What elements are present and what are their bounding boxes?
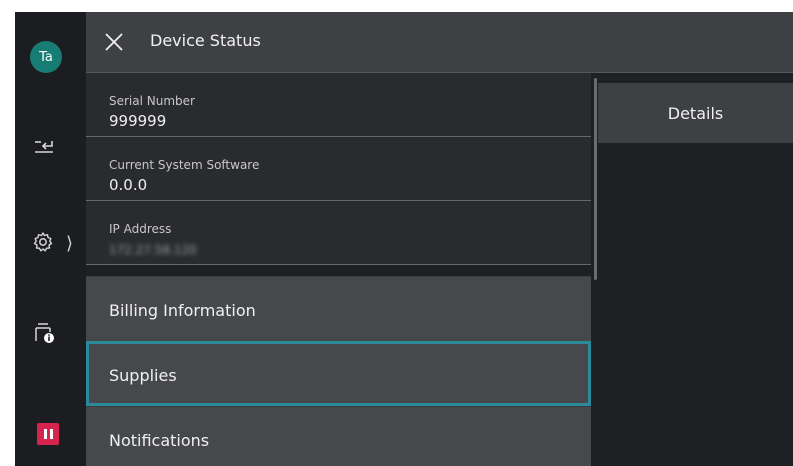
serial-number-value: 999999 — [109, 112, 167, 130]
system-software-label: Current System Software — [109, 158, 260, 172]
settings-gear-icon[interactable] — [31, 230, 55, 258]
close-icon[interactable] — [104, 32, 124, 52]
ip-address-item: IP Address 172.27.58.120 — [86, 201, 591, 265]
menu-item-label: Notifications — [109, 431, 210, 450]
menu-item-notifications[interactable]: Notifications — [86, 406, 591, 466]
serial-number-label: Serial Number — [109, 94, 195, 108]
menu-item-supplies[interactable]: Supplies — [86, 341, 591, 406]
right-panel: Details — [598, 73, 793, 466]
pause-bar-right — [49, 429, 53, 439]
ip-address-label: IP Address — [109, 222, 172, 236]
header-bar: Device Status — [86, 12, 793, 73]
details-button[interactable]: Details — [598, 83, 793, 143]
printer-info-icon[interactable] — [33, 321, 57, 349]
system-software-value: 0.0.0 — [109, 176, 148, 194]
menu-item-label: Billing Information — [109, 301, 256, 320]
device-screen: Ta ⟩ Device Status Serial Number 999999 … — [15, 12, 793, 466]
switch-user-icon[interactable] — [32, 137, 56, 161]
status-menu: Billing Information Supplies Notificatio… — [86, 276, 591, 466]
menu-item-billing-information[interactable]: Billing Information — [86, 276, 591, 341]
system-software-item: Current System Software 0.0.0 — [86, 137, 591, 201]
pause-icon[interactable] — [37, 423, 59, 445]
serial-number-item: Serial Number 999999 — [86, 73, 591, 137]
page-title: Device Status — [150, 31, 261, 50]
device-info-list: Serial Number 999999 Current System Soft… — [86, 73, 591, 265]
user-avatar[interactable]: Ta — [30, 41, 62, 73]
pause-bar-left — [43, 429, 47, 439]
chevron-right-icon: ⟩ — [66, 233, 74, 254]
ip-address-value: 172.27.58.120 — [109, 243, 197, 257]
scrollbar[interactable] — [594, 78, 597, 280]
menu-item-label: Supplies — [109, 366, 177, 385]
left-rail: Ta ⟩ — [15, 12, 86, 466]
